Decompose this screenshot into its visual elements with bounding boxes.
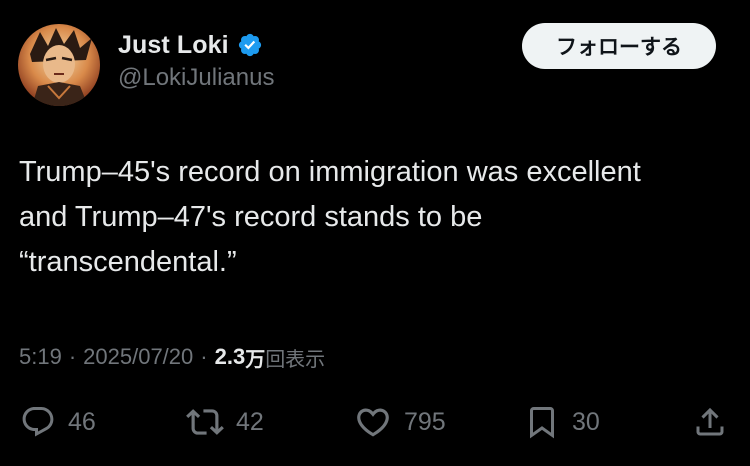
tweet-time[interactable]: 5:19 (19, 344, 62, 370)
author-name-row: Just Loki (118, 28, 263, 62)
bookmark-count: 30 (572, 407, 600, 436)
retweet-count: 42 (236, 407, 264, 436)
share-icon (692, 403, 728, 441)
tweet-text-line-1: Trump–45's record on immigration was exc… (19, 156, 641, 188)
views-label: 回表示 (265, 346, 326, 371)
tweet-text-line-2: and Trump–47's record stands to be (19, 201, 483, 233)
retweet-icon (186, 403, 224, 441)
views-unit: 万 (245, 346, 266, 371)
tweet-date[interactable]: 2025/07/20 (83, 344, 193, 370)
tweet-card: Just Loki @LokiJulianus フォローする Trump–45'… (0, 0, 750, 466)
tweet-meta: 5:19 · 2025/07/20 · 2.3 万 回表示 (19, 340, 325, 374)
avatar[interactable] (18, 24, 100, 106)
retweet-button[interactable]: 42 (186, 400, 264, 444)
author-display-name[interactable]: Just Loki (118, 31, 229, 60)
reply-button[interactable]: 46 (20, 400, 96, 444)
reply-icon (20, 404, 56, 440)
tweet-text: Trump–45's record on immigration was exc… (19, 150, 739, 285)
bookmark-icon (524, 403, 560, 441)
like-button[interactable]: 795 (354, 400, 446, 444)
views-count: 2.3 (214, 344, 246, 369)
avatar-image (18, 24, 100, 106)
verified-badge-icon (237, 32, 263, 58)
meta-separator: · (68, 344, 77, 369)
bookmark-button[interactable]: 30 (524, 400, 600, 444)
heart-icon (354, 403, 392, 441)
follow-button[interactable]: フォローする (522, 23, 716, 69)
tweet-text-line-3: “transcendental.” (19, 246, 237, 278)
share-button[interactable] (692, 400, 728, 444)
meta-separator: · (200, 344, 208, 369)
reply-count: 46 (68, 407, 96, 436)
like-count: 795 (404, 407, 446, 436)
author-handle[interactable]: @LokiJulianus (118, 64, 274, 92)
action-bar: 46 42 795 30 (0, 400, 750, 444)
